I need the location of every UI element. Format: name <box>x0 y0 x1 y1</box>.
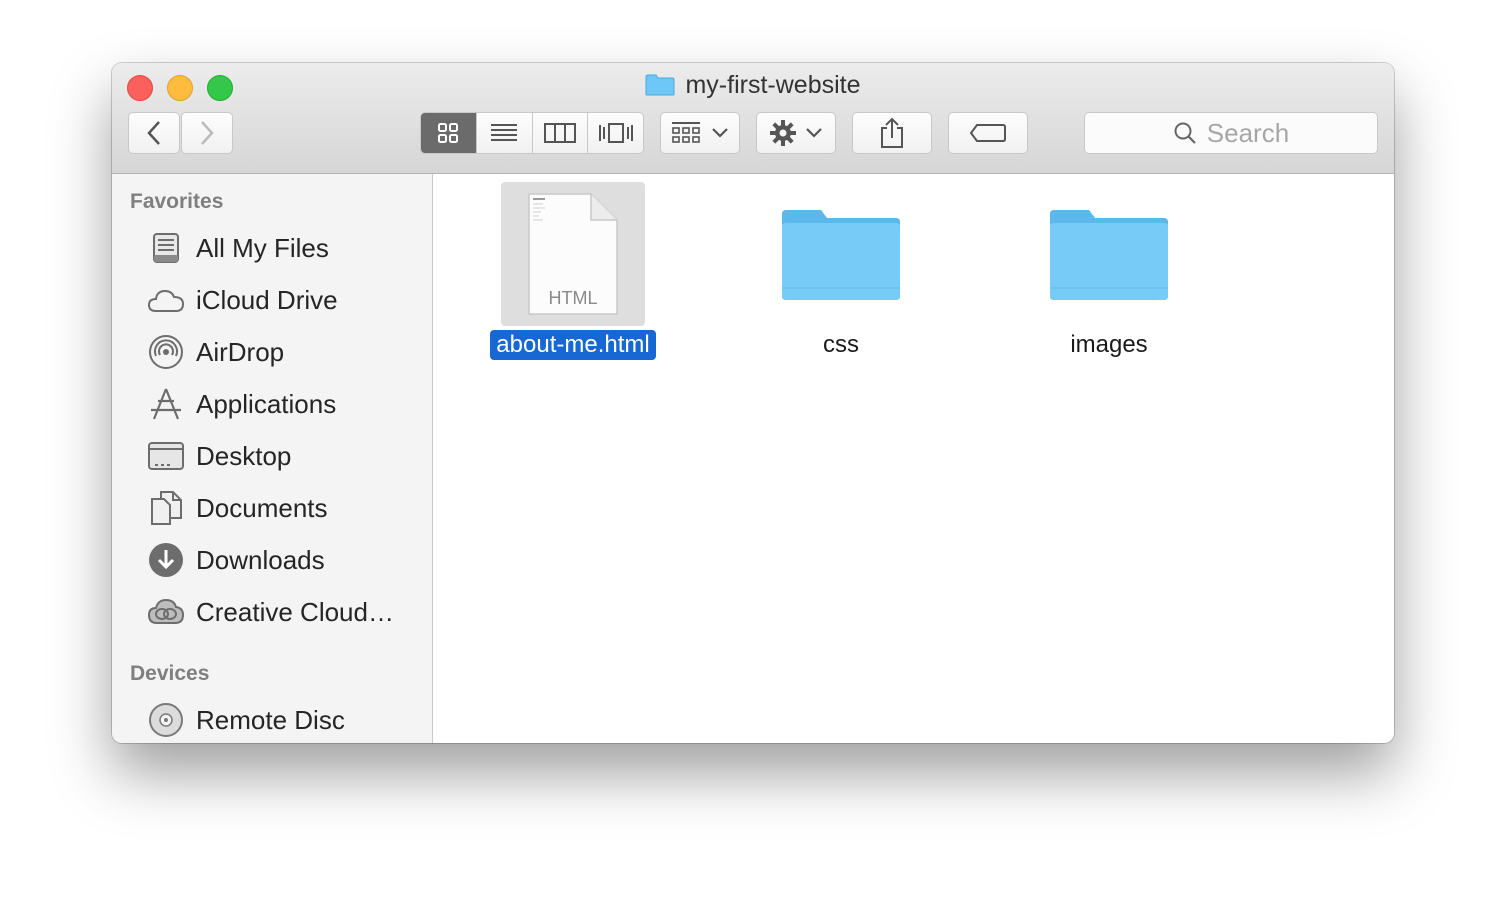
file-thumbnail <box>769 182 913 326</box>
disc-icon <box>146 700 186 740</box>
finder-window: my-first-website Search Favorites All My… <box>112 63 1394 743</box>
icon-view-button[interactable] <box>421 113 477 153</box>
share-button[interactable] <box>852 112 932 154</box>
sidebar-item-applications[interactable]: Applications <box>146 384 426 424</box>
file-thumbnail <box>1037 182 1181 326</box>
file-item-html[interactable]: HTML about-me.html <box>473 182 673 360</box>
cover-flow-icon <box>598 123 633 143</box>
list-view-button[interactable] <box>477 113 533 153</box>
arrange-button[interactable] <box>660 112 740 154</box>
sidebar-item-airdrop[interactable]: AirDrop <box>146 332 426 372</box>
all-files-icon <box>146 228 186 268</box>
column-view-icon <box>543 123 576 143</box>
file-item-css-folder[interactable]: css <box>741 182 941 360</box>
action-button[interactable] <box>756 112 836 154</box>
folder-icon <box>645 74 675 96</box>
sidebar-item-remote-disc[interactable]: Remote Disc <box>146 700 426 740</box>
desktop-icon <box>146 436 186 476</box>
sidebar-item-downloads[interactable]: Downloads <box>146 540 426 580</box>
icon-view-icon <box>438 123 459 143</box>
html-document-icon: HTML <box>528 193 618 315</box>
sidebar-item-icloud-drive[interactable]: iCloud Drive <box>146 280 426 320</box>
devices-heading: Devices <box>130 662 210 685</box>
search-placeholder: Search <box>1206 117 1290 148</box>
back-button[interactable] <box>128 112 180 154</box>
favorites-heading: Favorites <box>130 190 224 213</box>
downloads-icon <box>146 540 186 580</box>
tags-button[interactable] <box>948 112 1028 154</box>
view-mode-control <box>420 112 644 154</box>
chevron-right-icon <box>201 121 214 145</box>
sidebar: Favorites All My Files iCloud Drive AirD… <box>112 174 433 743</box>
creative-cloud-icon <box>146 592 186 632</box>
search-field[interactable]: Search <box>1084 112 1378 154</box>
chevron-down-icon <box>712 128 728 138</box>
sidebar-item-label: Downloads <box>196 544 325 575</box>
share-icon <box>881 117 903 148</box>
applications-icon <box>146 384 186 424</box>
folder-icon <box>1050 210 1168 300</box>
sidebar-item-documents[interactable]: Documents <box>146 488 426 528</box>
sidebar-item-all-my-files[interactable]: All My Files <box>146 228 426 268</box>
airdrop-icon <box>146 332 186 372</box>
file-thumbnail: HTML <box>501 182 645 326</box>
cloud-icon <box>146 280 186 320</box>
sidebar-item-label: Remote Disc <box>196 704 345 735</box>
sidebar-item-label: AirDrop <box>196 336 285 367</box>
sidebar-item-label: Documents <box>196 492 328 523</box>
file-name: css <box>823 331 859 358</box>
file-item-images-folder[interactable]: images <box>1009 182 1209 360</box>
file-name: images <box>1070 331 1148 358</box>
tag-icon <box>969 124 1006 142</box>
cover-flow-button[interactable] <box>588 113 643 153</box>
sidebar-item-creative-cloud[interactable]: Creative Cloud… <box>146 592 426 632</box>
window-title: my-first-website <box>112 71 1394 100</box>
documents-icon <box>146 488 186 528</box>
sidebar-item-label: Applications <box>196 388 337 419</box>
file-browser: HTML about-me.html css images <box>433 174 1394 743</box>
arrange-icon <box>672 122 700 143</box>
chevron-left-icon <box>147 121 160 145</box>
chevron-down-icon <box>806 128 822 138</box>
sidebar-item-label: Creative Cloud… <box>196 596 394 627</box>
forward-button[interactable] <box>181 112 233 154</box>
sidebar-item-label: All My Files <box>196 232 329 263</box>
column-view-button[interactable] <box>533 113 589 153</box>
folder-icon <box>782 210 900 300</box>
file-kind-label: HTML <box>549 288 598 308</box>
sidebar-item-label: Desktop <box>196 440 292 471</box>
sidebar-item-desktop[interactable]: Desktop <box>146 436 426 476</box>
window-title-text: my-first-website <box>685 71 861 99</box>
search-icon <box>1174 122 1196 144</box>
file-name: about-me.html <box>490 330 656 360</box>
sidebar-item-label: iCloud Drive <box>196 284 338 315</box>
list-view-icon <box>491 124 518 141</box>
gear-icon <box>770 120 796 146</box>
title-bar: my-first-website Search <box>112 63 1394 174</box>
